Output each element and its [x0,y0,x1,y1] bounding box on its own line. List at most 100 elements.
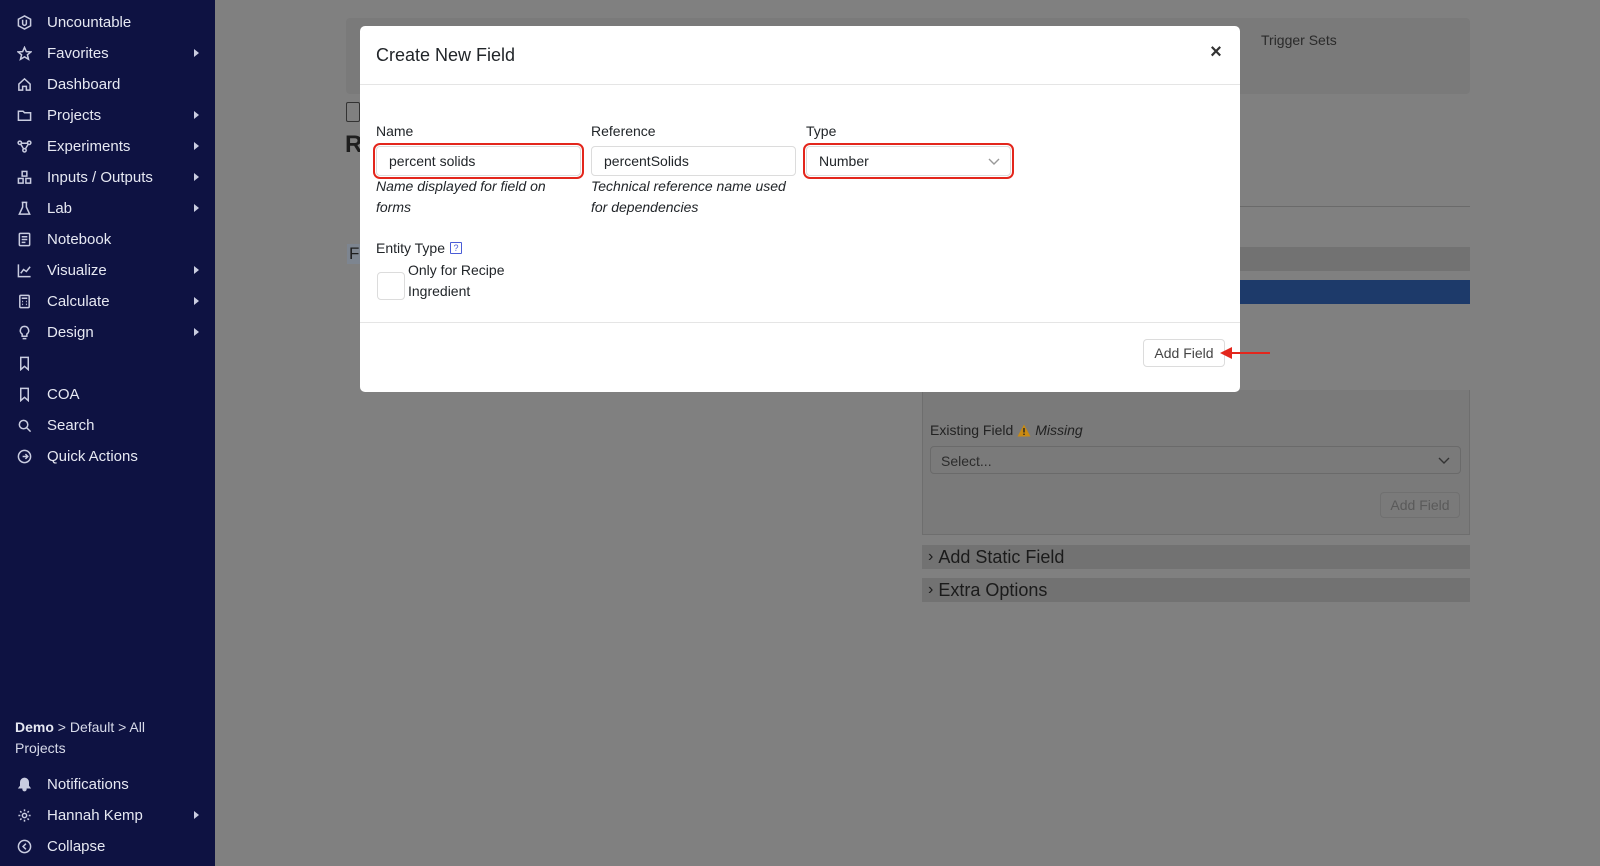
reference-helper-text: Technical reference name used for depend… [591,178,786,215]
lightbulb-icon [16,324,32,340]
sidebar-item-label: Inputs / Outputs [47,168,153,186]
inputs-outputs-icon [16,169,32,185]
name-label: Name [376,123,414,139]
sidebar-item-collapse[interactable]: Collapse [0,832,215,860]
sidebar-item-label: Uncountable [47,13,132,31]
recipe-ingredient-checkbox[interactable] [377,272,405,300]
folder-icon [16,107,32,123]
extra-options-accordion[interactable]: › Extra Options [922,578,1470,602]
accordion-label: Add Static Field [938,546,1065,567]
chevron-right-icon: › [928,548,934,565]
sidebar-item-user[interactable]: Hannah Kemp [0,801,215,829]
sidebar: Uncountable Favorites Dashboard Projects… [0,0,215,866]
breadcrumb[interactable]: Demo > Default > All Projects [15,717,195,759]
experiments-icon [16,138,32,154]
name-input[interactable]: percent solids [373,143,584,179]
recipe-ingredient-label: Only for Recipe Ingredient [408,262,505,299]
bookmark-icon [16,355,32,371]
accordion-label: Extra Options [938,579,1048,600]
sidebar-item-label: Calculate [47,292,110,310]
name-helper-text: Name displayed for field on forms [376,178,546,215]
sidebar-item-label: Favorites [47,44,109,62]
sidebar-item-label: Search [47,416,95,434]
document-icon [346,102,360,122]
sidebar-item-visualize[interactable]: Visualize [0,256,215,284]
bookmark-icon [16,386,32,402]
sidebar-item-dashboard[interactable]: Dashboard [0,70,215,98]
home-icon [16,76,32,92]
sidebar-item-label: Quick Actions [47,447,138,465]
caret-right-icon [194,173,199,181]
sidebar-item-projects[interactable]: Projects [0,101,215,129]
sidebar-item-favorites[interactable]: Favorites [0,39,215,67]
quick-actions-icon [16,448,32,464]
logo-icon [16,14,32,30]
calculator-icon [16,293,32,309]
select-placeholder: Select... [941,453,992,469]
chart-icon [16,262,32,278]
sidebar-item-label: Design [47,323,94,341]
entity-type-text: Entity Type [376,240,446,256]
collapse-icon [16,838,32,854]
chevron-down-icon [988,158,1000,165]
sidebar-item-notebook[interactable]: Notebook [0,225,215,253]
reference-label: Reference [591,123,656,139]
gear-icon [16,807,32,823]
type-label: Type [806,123,837,139]
help-icon[interactable]: ? [450,242,463,254]
bell-icon [16,776,32,792]
modal-title: Create New Field [376,44,516,65]
caret-right-icon [194,49,199,57]
star-icon [16,45,32,61]
flask-icon [16,200,32,216]
arrow-left-icon [1220,347,1270,359]
sidebar-item-inputs-outputs[interactable]: Inputs / Outputs [0,163,215,191]
caret-right-icon [194,204,199,212]
sidebar-item-quick-actions[interactable]: Quick Actions [0,442,215,470]
chevron-down-icon [1438,457,1450,464]
sidebar-item-calculate[interactable]: Calculate [0,287,215,315]
caret-right-icon [194,328,199,336]
sidebar-item-uncountable[interactable]: Uncountable [0,8,215,36]
add-static-field-accordion[interactable]: › Add Static Field [922,545,1470,569]
warning-icon [1017,424,1031,436]
sidebar-item-search[interactable]: Search [0,411,215,439]
type-select-value: Number [819,153,869,169]
sidebar-item-label: Lab [47,199,73,217]
create-field-modal: Create New Field × Name percent solids N… [360,26,1240,392]
sidebar-item-label: Projects [47,106,102,124]
modal-header: Create New Field × [360,26,1240,85]
missing-label: Missing [1035,422,1083,438]
sidebar-item-notifications[interactable]: Notifications [0,770,215,798]
sidebar-item-bookmark[interactable] [0,349,215,377]
tab-trigger-sets[interactable]: Trigger Sets [1261,32,1337,48]
breadcrumb-root: Demo [15,719,54,735]
type-select[interactable]: Number [803,143,1014,179]
sidebar-item-label: Notebook [47,230,112,248]
existing-field-label: Existing Field Missing [930,422,1083,438]
search-icon [16,417,32,433]
add-field-button[interactable]: Add Field [1143,339,1225,367]
caret-right-icon [194,142,199,150]
sidebar-item-label: Collapse [47,837,106,855]
sidebar-item-label: COA [47,385,80,403]
sidebar-item-experiments[interactable]: Experiments [0,132,215,160]
sidebar-item-lab[interactable]: Lab [0,194,215,222]
sidebar-item-label: Hannah Kemp [47,806,143,824]
background-gray-bar [1240,247,1470,271]
sidebar-item-label: Visualize [47,261,107,279]
existing-add-field-button[interactable]: Add Field [1380,492,1460,518]
name-input-value: percent solids [389,153,476,169]
caret-right-icon [194,266,199,274]
sidebar-item-design[interactable]: Design [0,318,215,346]
sidebar-item-label: Experiments [47,137,131,155]
reference-input-value: percentSolids [604,153,689,169]
sidebar-item-label: Notifications [47,775,129,793]
close-icon[interactable]: × [1208,42,1224,62]
notebook-icon [16,231,32,247]
reference-input[interactable]: percentSolids [591,146,796,176]
sidebar-item-coa[interactable]: COA [0,380,215,408]
existing-field-select[interactable]: Select... [930,446,1461,474]
background-blue-bar [1240,280,1470,304]
chevron-right-icon: › [928,581,934,598]
